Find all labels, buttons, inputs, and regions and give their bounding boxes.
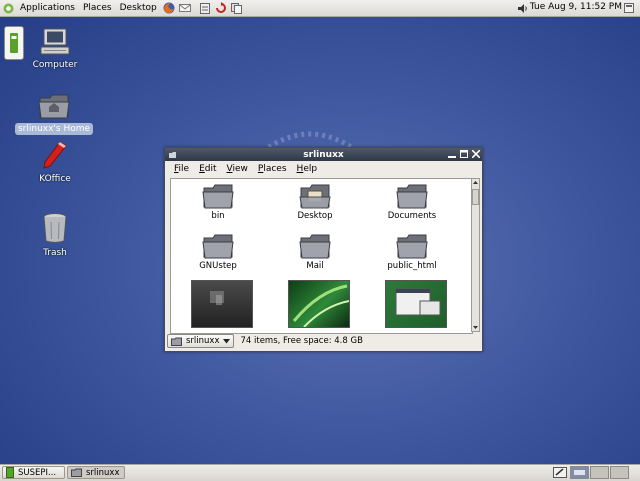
image-thumbnail-3[interactable] bbox=[385, 280, 447, 328]
folder-icon bbox=[202, 184, 234, 209]
close-button[interactable] bbox=[471, 149, 481, 159]
file-label: Mail bbox=[306, 261, 324, 271]
folder-icon bbox=[299, 234, 331, 259]
desktop-icon-label: Trash bbox=[43, 248, 67, 258]
task-label: srlinuxx bbox=[86, 467, 120, 478]
desktop-icon-home[interactable]: srlinuxx's Home bbox=[14, 92, 94, 135]
firefox-icon[interactable] bbox=[163, 2, 175, 14]
file-item-public-html[interactable]: public_html bbox=[372, 233, 452, 271]
file-label: Documents bbox=[387, 211, 437, 221]
file-view[interactable]: bin Desktop Documents GNUstep Mail publi… bbox=[170, 178, 473, 334]
volume-icon[interactable] bbox=[516, 2, 528, 14]
task-button-susepi[interactable]: SUSEPI... bbox=[2, 466, 65, 479]
window-statusbar: srlinuxx 74 items, Free space: 4.8 GB bbox=[167, 334, 479, 348]
window-titlebar[interactable]: srlinuxx bbox=[165, 148, 482, 161]
desktop-icon-label: KOffice bbox=[39, 174, 71, 184]
file-manager-window: srlinuxx File Edit View Places Help bin bbox=[164, 147, 483, 352]
maximize-button[interactable] bbox=[459, 149, 469, 159]
notes-icon[interactable] bbox=[199, 2, 211, 14]
file-label: GNUstep bbox=[199, 261, 237, 271]
suse-applet-icon bbox=[6, 467, 14, 478]
location-button[interactable]: srlinuxx bbox=[167, 334, 235, 348]
desktop-menu[interactable]: Desktop bbox=[116, 3, 161, 13]
file-label: public_html bbox=[387, 261, 437, 271]
minimize-button[interactable] bbox=[447, 149, 457, 159]
folder-icon bbox=[396, 234, 428, 259]
menu-help[interactable]: Help bbox=[292, 164, 323, 174]
menu-edit[interactable]: Edit bbox=[194, 164, 221, 174]
menu-view[interactable]: View bbox=[222, 164, 253, 174]
clock[interactable]: Tue Aug 9, 11:52 PM bbox=[530, 2, 622, 12]
folder-icon bbox=[202, 234, 234, 259]
places-menu[interactable]: Places bbox=[79, 3, 116, 13]
show-desktop-icon[interactable] bbox=[553, 467, 567, 481]
file-label: Desktop bbox=[297, 211, 333, 221]
workspace-3[interactable] bbox=[610, 466, 629, 479]
workspace-1[interactable] bbox=[570, 466, 589, 479]
desktop-icon-label: Computer bbox=[32, 60, 78, 70]
scrollbar-thumb[interactable] bbox=[472, 189, 479, 205]
suse-applet-icon bbox=[10, 33, 18, 53]
suse-logo-icon[interactable] bbox=[2, 2, 14, 14]
folder-small-icon bbox=[171, 337, 182, 346]
task-label: SUSEPI... bbox=[18, 467, 57, 478]
file-item-desktop[interactable]: Desktop bbox=[275, 183, 355, 221]
copy-icon[interactable] bbox=[231, 2, 243, 14]
desktop-icon-trash[interactable]: Trash bbox=[20, 212, 90, 259]
folder-icon bbox=[396, 184, 428, 209]
desktop-folder-icon bbox=[299, 184, 331, 209]
workspace-2[interactable] bbox=[590, 466, 609, 479]
update-icon[interactable] bbox=[215, 2, 227, 14]
image-thumbnail-2[interactable] bbox=[288, 280, 350, 328]
koffice-icon bbox=[43, 141, 67, 169]
window-menu-icon[interactable] bbox=[168, 150, 177, 162]
scroll-up-icon[interactable] bbox=[472, 179, 479, 186]
top-panel: Applications Places Desktop Tue Aug 9, 1… bbox=[0, 0, 640, 17]
status-text: 74 items, Free space: 4.8 GB bbox=[240, 336, 363, 346]
location-label: srlinuxx bbox=[186, 336, 220, 346]
chevron-down-icon bbox=[223, 338, 231, 343]
file-item-documents[interactable]: Documents bbox=[372, 183, 452, 221]
window-list-icon[interactable] bbox=[623, 2, 635, 14]
desktop-icon-computer[interactable]: Computer bbox=[20, 28, 90, 71]
file-label: bin bbox=[211, 211, 225, 221]
applications-menu[interactable]: Applications bbox=[16, 3, 79, 13]
menu-file[interactable]: File bbox=[169, 164, 194, 174]
task-button-srlinuxx[interactable]: srlinuxx bbox=[67, 466, 125, 479]
image-thumbnail-1[interactable] bbox=[191, 280, 253, 328]
menu-places[interactable]: Places bbox=[253, 164, 292, 174]
home-folder-icon bbox=[38, 94, 70, 119]
desktop-icon-koffice[interactable]: KOffice bbox=[20, 140, 90, 185]
folder-small-icon bbox=[71, 468, 82, 477]
window-title: srlinuxx bbox=[303, 149, 344, 160]
vertical-scrollbar[interactable] bbox=[471, 178, 480, 332]
trash-icon bbox=[43, 213, 67, 243]
mail-icon[interactable] bbox=[178, 2, 191, 14]
file-item-mail[interactable]: Mail bbox=[275, 233, 355, 271]
file-item-bin[interactable]: bin bbox=[178, 183, 258, 221]
computer-icon bbox=[40, 28, 70, 55]
desktop-icon-label: srlinuxx's Home bbox=[14, 123, 94, 135]
bottom-panel: SUSEPI... srlinuxx bbox=[0, 464, 640, 481]
window-menubar: File Edit View Places Help bbox=[165, 161, 482, 177]
scroll-down-icon[interactable] bbox=[472, 324, 479, 331]
file-item-gnustep[interactable]: GNUstep bbox=[178, 233, 258, 271]
